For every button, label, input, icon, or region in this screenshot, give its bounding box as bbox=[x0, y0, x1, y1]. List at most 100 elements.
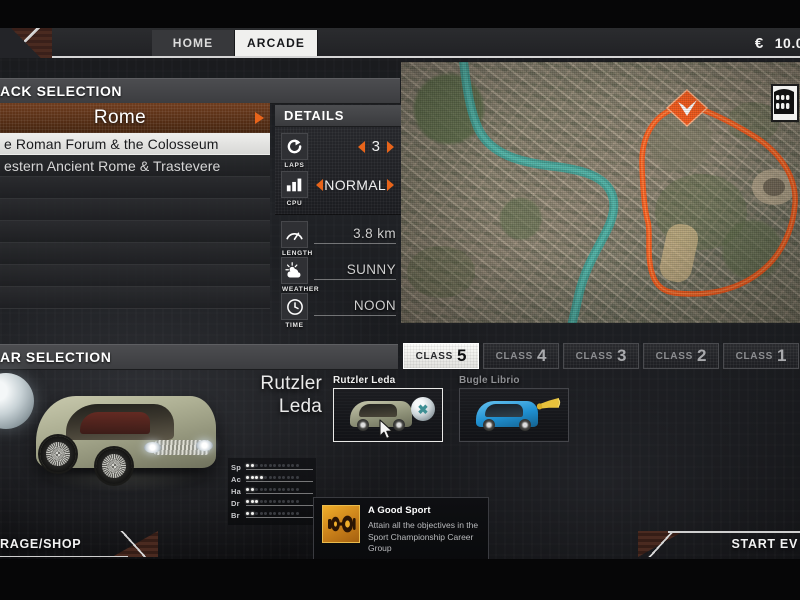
class-tab-4[interactable]: CLASS 4 bbox=[483, 343, 559, 369]
track-selection-header: ACK SELECTION bbox=[0, 78, 400, 104]
detail-row-weather: WEATHER SUNNY bbox=[275, 257, 402, 293]
car-name-line1: Rutzler bbox=[260, 373, 322, 394]
wallet-amount: 10.0 bbox=[774, 35, 800, 51]
track-route-item[interactable] bbox=[0, 177, 270, 199]
refresh-icon: LAPS bbox=[281, 133, 308, 169]
bottom-action-bar: RAGE/SHOP START EV bbox=[0, 531, 800, 559]
selected-car-name: Rutzler Leda bbox=[230, 372, 322, 418]
class-number: 1 bbox=[776, 346, 787, 365]
stat-row-acceleration: Ac bbox=[231, 474, 313, 484]
time-underline bbox=[314, 314, 396, 316]
track-route-item[interactable]: estern Ancient Rome & Trastevere bbox=[0, 155, 270, 177]
stat-row-speed: Sp bbox=[231, 462, 313, 472]
class-number: 4 bbox=[536, 346, 547, 365]
class-tab-2[interactable]: CLASS 2 bbox=[643, 343, 719, 369]
bars-icon: CPU bbox=[281, 171, 308, 207]
laps-decrease-icon[interactable] bbox=[357, 140, 365, 153]
achievement-title: A Good Sport bbox=[368, 505, 431, 516]
corner-mask bbox=[0, 28, 52, 58]
stat-label: Ha bbox=[231, 486, 241, 496]
detail-row-laps: LAPS 3 bbox=[275, 133, 402, 171]
laps-increase-icon[interactable] bbox=[387, 140, 394, 153]
car-thumbnail-bugle-librio[interactable]: Bugle Librio bbox=[459, 375, 569, 442]
laps-stepper: 3 bbox=[308, 133, 396, 160]
track-route-item[interactable] bbox=[0, 221, 270, 243]
car-stats-panel: Sp Ac Ha Dr Br bbox=[228, 458, 316, 525]
horn-icon bbox=[536, 397, 561, 410]
track-map[interactable] bbox=[401, 62, 800, 323]
detail-row-length: LENGTH 3.8 km bbox=[275, 221, 402, 257]
map-vignette bbox=[401, 62, 800, 323]
stat-label: Dr bbox=[231, 498, 240, 508]
track-route-item[interactable]: e Roman Forum & the Colosseum bbox=[0, 133, 270, 155]
car-thumb-image bbox=[476, 401, 538, 431]
car-thumb-name: Bugle Librio bbox=[459, 375, 520, 386]
footer-letterbox bbox=[0, 559, 800, 600]
header-letterbox bbox=[0, 0, 800, 28]
detail-row-time: TIME NOON bbox=[275, 293, 402, 329]
cpu-decrease-icon[interactable] bbox=[316, 178, 324, 191]
cpu-value: NORMAL bbox=[324, 176, 386, 193]
stat-bar-drift bbox=[246, 500, 313, 506]
car-interior bbox=[80, 412, 150, 434]
garage-shop-button[interactable]: RAGE/SHOP bbox=[0, 531, 158, 557]
car-selection-header: AR SELECTION bbox=[0, 344, 398, 370]
class-tab-group: CLASS 5 CLASS 4 CLASS 3 CLASS 2 CLASS 1 bbox=[403, 343, 799, 369]
car-headlight bbox=[196, 440, 213, 451]
detail-label-laps: LAPS bbox=[284, 162, 305, 169]
detail-label-length: LENGTH bbox=[282, 250, 313, 257]
time-value-wrap: NOON bbox=[308, 293, 396, 320]
class-tab-1[interactable]: CLASS 1 bbox=[723, 343, 799, 369]
orb-icon: ✖ bbox=[411, 397, 435, 421]
chevron-right-icon[interactable] bbox=[255, 112, 264, 124]
class-word: CLASS bbox=[575, 350, 613, 362]
detail-row-cpu: CPU NORMAL bbox=[275, 171, 402, 209]
track-route-item[interactable] bbox=[0, 265, 270, 287]
right-button-diagonal bbox=[642, 531, 682, 557]
currency-symbol: € bbox=[754, 34, 764, 52]
weather-value-wrap: SUNNY bbox=[308, 257, 396, 284]
track-route-item[interactable] bbox=[0, 287, 270, 309]
detail-label-cpu: CPU bbox=[286, 200, 303, 207]
details-panel: DETAILS LAPS 3 CPU NORMAL LENGTH 3.8 km … bbox=[275, 105, 402, 329]
cpu-increase-icon[interactable] bbox=[387, 178, 394, 191]
length-value-wrap: 3.8 km bbox=[308, 221, 396, 248]
track-list-panel: Rome e Roman Forum & the Colosseum ester… bbox=[0, 103, 270, 309]
stat-label: Sp bbox=[231, 462, 241, 472]
tab-home[interactable]: HOME bbox=[152, 30, 235, 56]
start-event-label: START EV bbox=[731, 537, 798, 551]
class-number: 2 bbox=[696, 346, 707, 365]
start-event-button[interactable]: START EV bbox=[638, 531, 800, 557]
class-number: 3 bbox=[616, 346, 627, 365]
current-track-row[interactable]: Rome bbox=[0, 103, 270, 133]
car-wheel bbox=[40, 436, 76, 472]
stat-bar-acceleration bbox=[246, 476, 313, 482]
class-tab-3[interactable]: CLASS 3 bbox=[563, 343, 639, 369]
car-thumb-name: Rutzler Leda bbox=[333, 375, 396, 386]
track-route-item[interactable] bbox=[0, 199, 270, 221]
detail-label-weather: WEATHER bbox=[282, 286, 320, 293]
orb-glyph: ✖ bbox=[417, 401, 429, 417]
mouse-cursor-icon bbox=[379, 419, 393, 439]
gauge-icon: LENGTH bbox=[281, 221, 312, 257]
selected-car-preview bbox=[18, 378, 233, 496]
class-tab-5[interactable]: CLASS 5 bbox=[403, 343, 479, 369]
car-thumb-box bbox=[459, 388, 569, 442]
length-value: 3.8 km bbox=[353, 225, 396, 241]
stat-label: Br bbox=[231, 510, 240, 520]
class-word: CLASS bbox=[655, 350, 693, 362]
top-navigation-bar: HOME ARCADE € 10.0 bbox=[0, 28, 800, 58]
stat-bar-speed bbox=[246, 464, 313, 470]
stat-bar-braking bbox=[246, 512, 313, 518]
cpu-stepper: NORMAL bbox=[308, 171, 396, 198]
main-tabs: HOME ARCADE bbox=[152, 28, 318, 58]
left-button-diagonal bbox=[114, 531, 154, 557]
detail-label-time: TIME bbox=[285, 322, 304, 329]
class-word: CLASS bbox=[415, 350, 453, 362]
sun-cloud-icon: WEATHER bbox=[281, 257, 319, 293]
time-value: NOON bbox=[353, 297, 396, 313]
track-route-item[interactable] bbox=[0, 243, 270, 265]
details-title: DETAILS bbox=[275, 105, 402, 127]
tab-arcade[interactable]: ARCADE bbox=[235, 30, 318, 56]
current-track-name: Rome bbox=[93, 107, 147, 128]
